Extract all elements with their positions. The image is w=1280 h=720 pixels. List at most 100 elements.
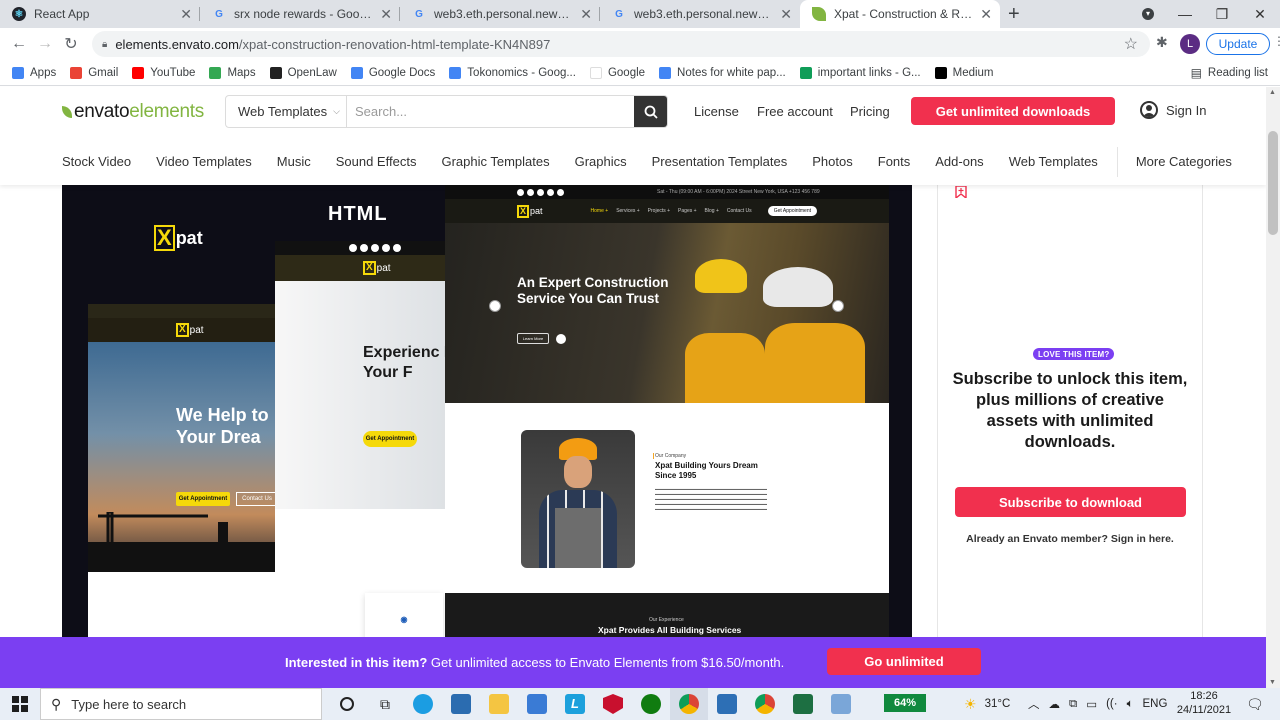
battery-indicator[interactable]: 64% bbox=[884, 694, 926, 712]
category-add-ons[interactable]: Add-ons bbox=[935, 154, 983, 177]
bookmark-gmail[interactable]: Gmail bbox=[70, 66, 118, 79]
new-tab-button[interactable]: + bbox=[1008, 0, 1020, 28]
scroll-down-icon[interactable]: ▼ bbox=[1269, 679, 1276, 686]
close-tab-icon[interactable]: ✕ bbox=[580, 6, 592, 23]
get-unlimited-downloads-button[interactable]: Get unlimited downloads bbox=[911, 97, 1115, 125]
reading-list-label: Reading list bbox=[1207, 67, 1268, 79]
tab-google-search[interactable]: G srx node rewards - Google Search ✕ bbox=[200, 0, 400, 28]
more-categories-link[interactable]: More Categories bbox=[1136, 154, 1232, 177]
network-share-icon[interactable]: ⧉ bbox=[1069, 698, 1077, 711]
category-music[interactable]: Music bbox=[277, 154, 311, 177]
nav-free-account-link[interactable]: Free account bbox=[757, 104, 833, 119]
onedrive-icon[interactable]: ☁ bbox=[1049, 697, 1061, 711]
excel-icon[interactable] bbox=[784, 688, 822, 720]
file-explorer-icon[interactable] bbox=[480, 688, 518, 720]
category-video-templates[interactable]: Video Templates bbox=[156, 154, 252, 177]
bookmark-medium[interactable]: Medium bbox=[934, 66, 994, 79]
forward-icon[interactable]: → bbox=[32, 35, 58, 53]
language-indicator[interactable]: ENG bbox=[1143, 698, 1168, 710]
tab-web3-newaccount-2[interactable]: G web3.eth.personal.newaccount - ✕ bbox=[600, 0, 800, 28]
wifi-icon[interactable]: ((· bbox=[1106, 698, 1118, 710]
search-category-dropdown[interactable]: Web Templates ⌵ bbox=[226, 96, 347, 127]
bookmark-star-icon[interactable]: ☆ bbox=[1124, 34, 1138, 54]
chevron-up-icon[interactable]: ︿ bbox=[1028, 696, 1040, 712]
page-scrollbar[interactable]: ▲ ▼ bbox=[1266, 87, 1280, 688]
bookmark-youtube[interactable]: YouTube bbox=[132, 66, 195, 79]
close-tab-icon[interactable]: ✕ bbox=[180, 6, 192, 23]
back-icon[interactable]: ← bbox=[6, 35, 32, 53]
bookmark-google-docs[interactable]: Google Docs bbox=[350, 66, 435, 79]
category-graphics[interactable]: Graphics bbox=[575, 154, 627, 177]
bookmark-icon[interactable] bbox=[955, 186, 967, 198]
category-photos[interactable]: Photos bbox=[812, 154, 852, 177]
reload-icon[interactable]: ↻ bbox=[58, 34, 84, 54]
tab-search-icon[interactable]: ▾ bbox=[1130, 0, 1166, 28]
bookmark-google[interactable]: Google bbox=[589, 66, 645, 79]
tab-xpat-active[interactable]: Xpat - Construction & Renovation ✕ bbox=[800, 0, 1000, 28]
search-input[interactable] bbox=[347, 96, 634, 127]
envato-elements-logo[interactable]: envato elements bbox=[62, 101, 204, 123]
edge-icon[interactable] bbox=[404, 688, 442, 720]
taskbar-clock[interactable]: 18:26 24/11/2021 bbox=[1172, 689, 1236, 717]
notification-icon[interactable]: 🗨︎ bbox=[1246, 688, 1264, 720]
mcafee-icon[interactable] bbox=[594, 688, 632, 720]
category-fonts[interactable]: Fonts bbox=[878, 154, 911, 177]
nav-license-link[interactable]: License bbox=[694, 104, 739, 119]
task-view-icon[interactable]: ⧉ bbox=[366, 688, 404, 720]
worker-vest bbox=[685, 333, 765, 403]
close-tab-icon[interactable]: ✕ bbox=[980, 6, 992, 23]
windows-start-icon[interactable] bbox=[0, 688, 40, 720]
profile-avatar[interactable]: L bbox=[1180, 34, 1200, 54]
update-button[interactable]: Update bbox=[1206, 33, 1270, 55]
promo-banner: Interested in this item? Get unlimited a… bbox=[0, 637, 1266, 688]
volume-icon[interactable]: 🔈︎ bbox=[1127, 698, 1134, 711]
sign-in-here-link[interactable]: Already an Envato member? Sign in here. bbox=[950, 533, 1190, 545]
minimize-icon[interactable]: — bbox=[1167, 0, 1203, 28]
worker-helmet bbox=[763, 267, 833, 307]
close-tab-icon[interactable]: ✕ bbox=[780, 6, 792, 23]
address-bar[interactable]: 🔒︎ elements.envato.com/xpat-construction… bbox=[92, 31, 1150, 57]
menu-kebab-icon[interactable]: ⋮ bbox=[1273, 34, 1280, 48]
bookmark-important-links-g[interactable]: important links - G... bbox=[799, 66, 921, 79]
scroll-up-icon[interactable]: ▲ bbox=[1269, 89, 1276, 96]
go-unlimited-button[interactable]: Go unlimited bbox=[827, 648, 981, 675]
cortana-icon[interactable] bbox=[328, 688, 366, 720]
chrome-profile-icon[interactable] bbox=[746, 688, 784, 720]
bookmark-maps[interactable]: Maps bbox=[209, 66, 256, 79]
bookmark-apps[interactable]: Apps bbox=[12, 66, 56, 79]
category-web-templates[interactable]: Web Templates bbox=[1009, 154, 1098, 177]
app-l-icon[interactable]: L bbox=[556, 688, 594, 720]
category-presentation-templates[interactable]: Presentation Templates bbox=[652, 154, 788, 177]
battery-icon[interactable]: ▭ bbox=[1086, 697, 1097, 711]
store-icon[interactable] bbox=[442, 688, 480, 720]
html-label: HTML bbox=[328, 203, 388, 225]
remote-desktop-icon[interactable] bbox=[822, 688, 860, 720]
close-window-icon[interactable]: ✕ bbox=[1242, 0, 1278, 28]
extensions-puzzle-icon[interactable]: ✱ bbox=[1156, 34, 1168, 51]
category-graphic-templates[interactable]: Graphic Templates bbox=[441, 154, 549, 177]
nav-pricing-link[interactable]: Pricing bbox=[850, 104, 890, 119]
tab-web3-newaccount-1[interactable]: G web3.eth.personal.newAccount(p ✕ bbox=[400, 0, 600, 28]
taskbar-search-box[interactable]: ⚲ Type here to search bbox=[40, 688, 322, 720]
chrome-icon[interactable] bbox=[670, 688, 708, 720]
tab-react-app[interactable]: ⚛ React App ✕ bbox=[0, 0, 200, 28]
bookmark-openlaw[interactable]: OpenLaw bbox=[269, 66, 337, 79]
subscribe-to-download-button[interactable]: Subscribe to download bbox=[955, 487, 1186, 517]
weather-widget[interactable]: ☀ 31°C bbox=[964, 688, 1010, 720]
bookmark-tokonomics-goog[interactable]: Tokonomics - Goog... bbox=[449, 66, 576, 79]
user-icon bbox=[1140, 101, 1158, 119]
url-host: elements.envato.com bbox=[115, 36, 239, 52]
search-button[interactable] bbox=[634, 96, 667, 127]
scrollbar-thumb[interactable] bbox=[1268, 131, 1278, 235]
close-tab-icon[interactable]: ✕ bbox=[380, 6, 392, 23]
photos-icon[interactable] bbox=[708, 688, 746, 720]
category-stock-video[interactable]: Stock Video bbox=[62, 154, 131, 177]
mail-icon[interactable] bbox=[518, 688, 556, 720]
xbox-icon[interactable] bbox=[632, 688, 670, 720]
worker-overalls bbox=[555, 508, 601, 568]
category-sound-effects[interactable]: Sound Effects bbox=[336, 154, 417, 177]
reading-list[interactable]: ▤ Reading list bbox=[1191, 60, 1268, 86]
sign-in-link[interactable]: Sign In bbox=[1140, 101, 1206, 119]
bookmark-notes-for-white-pap[interactable]: Notes for white pap... bbox=[659, 66, 786, 79]
maximize-icon[interactable]: ❐ bbox=[1204, 0, 1240, 28]
